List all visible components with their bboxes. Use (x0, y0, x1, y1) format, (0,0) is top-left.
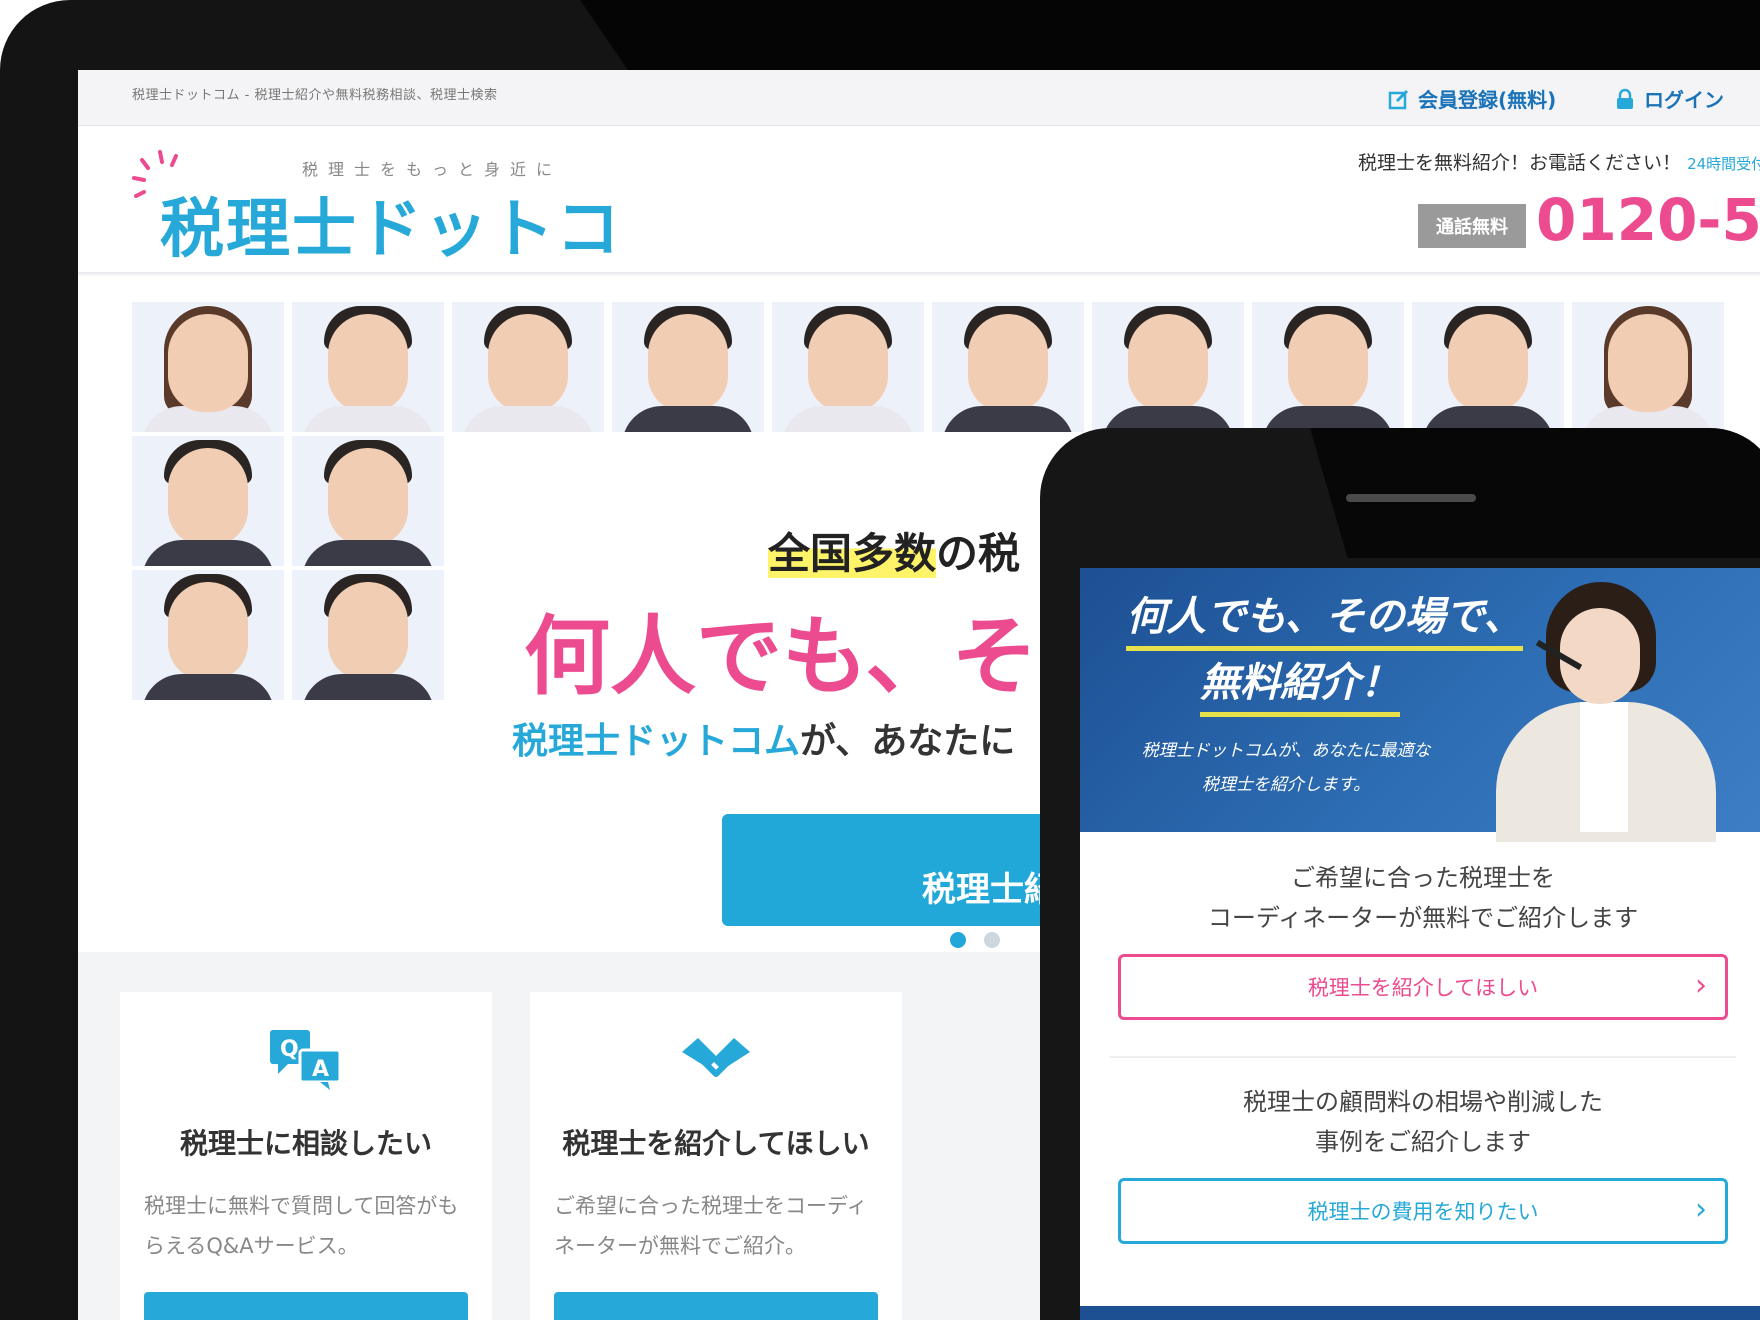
fees-button[interactable]: 税理士の費用を知りたい › (1118, 1178, 1728, 1244)
card-description: ご希望に合った税理士をコーディネーターが無料でご紹介。 (554, 1194, 868, 1258)
accountant-photo (932, 302, 1084, 432)
phone-section-line: 事例をご紹介します (1315, 1128, 1531, 1156)
monitor-glare (580, 0, 1760, 70)
site-logo[interactable]: 税理士をもっと身近に 税理士ドットコム (130, 148, 650, 359)
slider-pagination (950, 932, 1000, 948)
service-card-introduce[interactable]: 税理士を紹介してほしい ご希望に合った税理士をコーディネーターが無料でご紹介。 (530, 992, 902, 1320)
accountant-photo (1252, 302, 1404, 432)
accountant-photo (292, 570, 444, 700)
edit-icon (1388, 88, 1410, 110)
fees-button-label: 税理士の費用を知りたい (1307, 1200, 1539, 1224)
introduce-button[interactable]: 税理士を紹介してほしい › (1118, 954, 1728, 1020)
phone-hero-title-line2: 無料紹介！ (1200, 650, 1400, 717)
hero-lead: 全国多数の税 (768, 520, 1020, 581)
chevron-right-icon: › (1695, 1192, 1707, 1227)
lock-icon (1614, 88, 1636, 110)
phone-section-line: ご希望に合った税理士を (1291, 864, 1555, 892)
svg-text:A: A (312, 1057, 329, 1082)
accountant-photo (132, 570, 284, 700)
register-label: 会員登録(無料) (1418, 88, 1557, 112)
accountant-photo (132, 436, 284, 566)
tel-note-text: 税理士を無料紹介！お電話ください！ (1358, 152, 1682, 174)
hero-lead-highlight: 全国多数 (768, 529, 937, 578)
phone-screen: 何人でも、その場で、 無料紹介！ 税理士ドットコムが、あなたに最適な税理士を紹介… (1080, 568, 1760, 1320)
slider-dot-1[interactable] (950, 932, 966, 948)
site-tagline: 税理士ドットコム - 税理士紹介や無料税務相談、税理士検索 (132, 88, 498, 103)
accountant-photo (452, 302, 604, 432)
accountant-photo (292, 436, 444, 566)
accountant-photo (1092, 302, 1244, 432)
slider-dot-2[interactable] (984, 932, 1000, 948)
accountant-photo (1412, 302, 1564, 432)
login-link[interactable]: ログイン (1614, 84, 1724, 113)
phone-section-text: 税理士の顧問料の相場や削減した 事例をご紹介します (1080, 1062, 1760, 1162)
introduce-button-label: 税理士を紹介してほしい (1307, 976, 1539, 1000)
accountant-photo (772, 302, 924, 432)
hero-subline: 税理士ドットコムが、あなたに (512, 712, 1015, 764)
utility-bar: 税理士ドットコム - 税理士紹介や無料税務相談、税理士検索 会員登録(無料) ロ… (78, 70, 1760, 126)
phone-section-fees: 税理士の顧問料の相場や削減した 事例をご紹介します 税理士の費用を知りたい › (1080, 1062, 1760, 1244)
accountant-photo (132, 302, 284, 432)
card-description: 税理士に無料で質問して回答がもらえるQ&Aサービス。 (144, 1194, 459, 1258)
accountant-photo (1572, 302, 1724, 432)
phone-section-introduce: ご希望に合った税理士を コーディネーターが無料でご紹介します 税理士を紹介してほ… (1080, 838, 1760, 1020)
register-link[interactable]: 会員登録(無料) (1388, 84, 1556, 113)
svg-text:Q: Q (280, 1037, 299, 1062)
card-title: 税理士を紹介してほしい (562, 1127, 870, 1160)
phone-speaker (1346, 494, 1476, 502)
phone-hero-title-line1: 何人でも、その場で、 (1126, 584, 1524, 651)
handshake-icon (678, 1028, 754, 1092)
hero-sub-brand: 税理士ドットコム (512, 721, 801, 762)
phone-number[interactable]: 0120-55 (1536, 186, 1760, 254)
phone-bottom-banner (1080, 1306, 1760, 1320)
hero-sub-rest: が、あなたに (800, 721, 1016, 762)
accountant-photo (612, 302, 764, 432)
site-header: 税理士をもっと身近に 税理士ドットコム 税理士を無料紹介！お電話ください！ 24… (78, 126, 1760, 359)
hero-lead-rest: の税 (936, 529, 1021, 578)
qa-icon: Q A (268, 1028, 344, 1092)
logo-catchphrase: 税理士をもっと身近に (302, 160, 563, 179)
tel-note: 税理士を無料紹介！お電話ください！ 24時間受付 (1358, 148, 1760, 175)
card-button[interactable] (144, 1292, 468, 1320)
phone-glare (1310, 428, 1760, 558)
phone-device: 何人でも、その場で、 無料紹介！ 税理士ドットコムが、あなたに最適な税理士を紹介… (1040, 428, 1760, 1320)
tel-hours: 24時間受付 (1687, 155, 1760, 173)
login-label: ログイン (1644, 88, 1724, 112)
phone-divider (1110, 1056, 1736, 1058)
phone-hero-banner: 何人でも、その場で、 無料紹介！ 税理士ドットコムが、あなたに最適な税理士を紹介… (1080, 568, 1760, 842)
card-button[interactable] (554, 1292, 878, 1320)
service-card-consult[interactable]: Q A 税理士に相談したい 税理士に無料で質問して回答がもらえるQ&Aサービス。 (120, 992, 492, 1320)
operator-photo (1476, 572, 1736, 842)
chevron-right-icon: › (1695, 968, 1707, 1003)
phone-hero-description: 税理士ドットコムが、あなたに最適な税理士を紹介します。 (1141, 741, 1431, 795)
phone-section-line: 税理士の顧問料の相場や削減した (1243, 1088, 1603, 1116)
phone-section-line: コーディネーターが無料でご紹介します (1207, 904, 1639, 932)
accountant-photo (292, 302, 444, 432)
phone-section-text: ご希望に合った税理士を コーディネーターが無料でご紹介します (1080, 838, 1760, 938)
card-title: 税理士に相談したい (179, 1127, 432, 1160)
toll-free-badge: 通話無料 (1418, 204, 1526, 248)
